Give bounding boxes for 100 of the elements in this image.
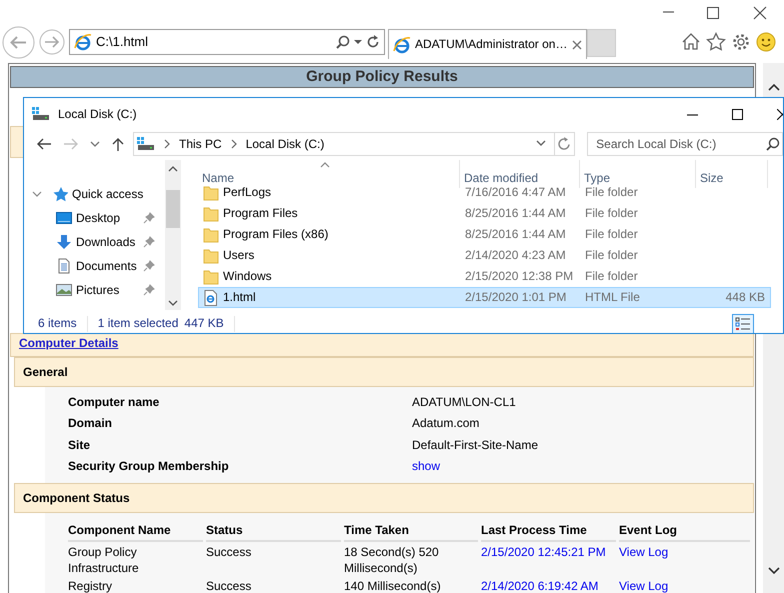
section-heading: General [14, 357, 754, 387]
star-icon [52, 186, 68, 202]
breadcrumb-item[interactable]: This PC [179, 136, 222, 152]
table-cell-text: Success [206, 544, 252, 562]
close-icon[interactable] [752, 6, 766, 20]
date-modified: 7/16/2016 4:47 AM [465, 185, 566, 200]
selection-count: 1 item selected [98, 316, 178, 331]
search-input[interactable]: Search Local Disk (C:) [596, 136, 766, 152]
back-icon[interactable] [36, 137, 52, 151]
address-bar[interactable]: This PC Local Disk (C:) [133, 132, 576, 156]
folder-icon [203, 184, 219, 200]
field-label: Site [68, 438, 92, 452]
item-count: 6 items [38, 316, 77, 331]
search-icon[interactable] [336, 35, 350, 49]
table-cell-text: Success [206, 578, 252, 593]
drive-icon [32, 107, 50, 121]
time-link[interactable]: 2/15/2020 12:45:21 PM [481, 545, 606, 560]
file-type: File folder [585, 185, 638, 200]
table-cell-text: 18 Second(s) 520 Millisecond(s) [344, 544, 440, 576]
date-modified: 2/14/2020 4:23 AM [465, 248, 566, 262]
scroll-down-icon[interactable] [168, 300, 178, 306]
file-type: HTML File [585, 290, 640, 304]
nav-item[interactable]: Desktop [24, 206, 165, 230]
scroll-thumb[interactable] [166, 190, 180, 228]
file-name: Program Files (x86) [223, 227, 328, 242]
date-modified: 2/15/2020 12:38 PM [465, 269, 574, 284]
column-header[interactable]: Date modified [460, 160, 580, 188]
file-name: 1.html [223, 290, 256, 305]
browser-tab[interactable]: ADATUM\Administrator on… [388, 29, 587, 59]
field-value: Adatum.com [412, 416, 480, 430]
file-size: 448 KB [726, 290, 765, 304]
date-modified: 2/15/2020 1:01 PM [465, 290, 566, 304]
field-label: Security Group Membership [68, 459, 230, 474]
download-arrow-icon [56, 234, 72, 250]
column-header: Last Process Time [481, 521, 616, 542]
file-row[interactable]: 1.html 2/15/2020 1:01 PM HTML File 448 KB [198, 287, 771, 308]
field-value: Default-First-Site-Name [412, 438, 538, 452]
section-heading[interactable]: Computer Details [10, 333, 754, 357]
maximize-icon[interactable] [706, 6, 720, 20]
ie-logo-icon [393, 36, 411, 54]
folder-icon [203, 248, 219, 264]
file-type: File folder [585, 206, 638, 220]
dropdown-icon[interactable] [536, 140, 546, 148]
view-log-link[interactable]: View Log [619, 579, 668, 593]
address-input[interactable]: C:\1.html [96, 34, 332, 50]
folder-icon [203, 226, 219, 242]
field-label: Domain [68, 416, 114, 430]
address-bar[interactable]: C:\1.html [69, 29, 385, 55]
sort-ascending-icon [320, 162, 330, 168]
date-modified: 8/25/2016 1:44 AM [465, 227, 566, 242]
details-view-icon[interactable] [732, 314, 754, 333]
scrollbar[interactable] [165, 160, 181, 310]
star-icon[interactable] [706, 32, 726, 52]
search-field[interactable]: Search Local Disk (C:) [587, 132, 783, 156]
file-row[interactable]: Users 2/14/2020 4:23 AM File folder [198, 245, 771, 266]
show-link[interactable]: show [412, 459, 440, 474]
field-value: ADATUM\LON-CL1 [412, 394, 516, 409]
file-row[interactable]: Program Files 8/25/2016 1:44 AM File folder [198, 203, 771, 224]
selection-size: 447 KB [184, 316, 224, 331]
chevron-icon [32, 189, 42, 199]
column-header: Component Name [68, 521, 203, 542]
search-icon[interactable] [766, 137, 780, 151]
view-log-link[interactable]: View Log [619, 545, 668, 560]
maximize-icon[interactable] [732, 108, 743, 120]
html-file-icon [203, 290, 219, 306]
page-title: Group Policy Results [10, 66, 754, 88]
scroll-up-icon[interactable] [168, 166, 178, 172]
time-link[interactable]: 2/14/2020 6:19:42 AM [481, 579, 598, 593]
up-icon[interactable] [111, 137, 125, 151]
file-name: Users [223, 248, 254, 263]
refresh-icon[interactable] [366, 35, 380, 49]
settings-icon[interactable] [730, 32, 750, 52]
picture-icon [56, 282, 72, 298]
scroll-up-icon[interactable] [768, 83, 780, 91]
file-row[interactable]: Program Files (x86) 8/25/2016 1:44 AM File folder [198, 224, 771, 245]
home-icon[interactable] [680, 32, 700, 52]
file-type: File folder [585, 269, 638, 284]
file-type: File folder [585, 227, 638, 242]
column-header[interactable]: Type [580, 160, 696, 188]
file-name: Program Files [223, 206, 298, 221]
column-header: Event Log [619, 521, 750, 542]
table-cell-text: 140 Millisecond(s) [344, 578, 442, 593]
desktop-icon [56, 210, 72, 226]
breadcrumb-item[interactable]: Local Disk (C:) [246, 136, 324, 152]
column-header[interactable]: Size [696, 160, 768, 188]
column-header: Status [206, 521, 341, 542]
nav-item[interactable]: Pictures [24, 278, 165, 302]
folder-icon [203, 268, 219, 284]
table-cell-text: Registry [68, 578, 114, 593]
smiley-icon[interactable] [756, 32, 776, 52]
file-type: File folder [585, 248, 638, 262]
folder-icon [203, 206, 219, 222]
file-row[interactable]: Windows 2/15/2020 12:38 PM File folder [198, 266, 771, 287]
drive-icon [137, 137, 155, 151]
nav-item[interactable]: Downloads [24, 230, 165, 254]
nav-item[interactable]: Quick access [24, 182, 165, 206]
field-label: Computer name [68, 394, 160, 409]
nav-item[interactable]: Documents [24, 254, 165, 278]
column-header: Time Taken [344, 521, 478, 542]
scroll-down-icon[interactable] [768, 567, 780, 575]
